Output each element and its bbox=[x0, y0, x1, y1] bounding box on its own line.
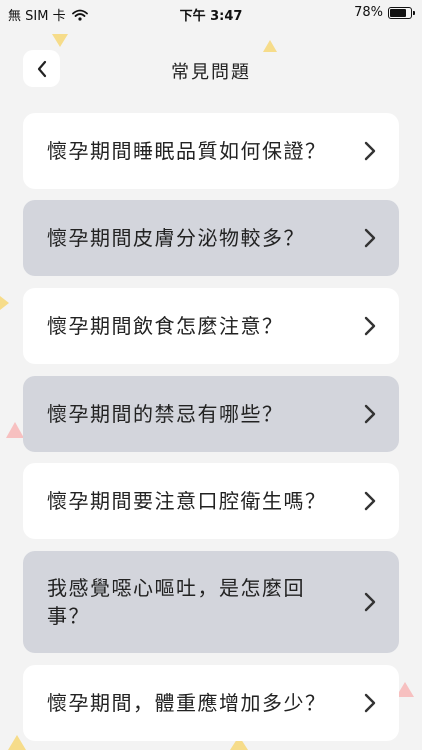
faq-item[interactable]: 懷孕期間飲食怎麼注意？ bbox=[23, 288, 399, 364]
chevron-right-icon bbox=[364, 316, 376, 336]
decoration-triangle bbox=[0, 296, 9, 310]
faq-question: 我感覺噁心嘔吐，是怎麼回事？ bbox=[47, 576, 305, 628]
battery-level bbox=[390, 8, 406, 17]
faq-item[interactable]: 懷孕期間要注意口腔衛生嗎？ bbox=[23, 463, 399, 539]
decoration-triangle bbox=[8, 735, 26, 750]
faq-item[interactable]: 懷孕期間皮膚分泌物較多？ bbox=[23, 200, 399, 276]
decoration-triangle bbox=[263, 40, 277, 52]
faq-question: 懷孕期間，體重應增加多少？ bbox=[47, 691, 327, 715]
faq-question: 懷孕期間的禁忌有哪些？ bbox=[47, 402, 284, 426]
decoration-triangle bbox=[6, 422, 24, 438]
chevron-right-icon bbox=[364, 228, 376, 248]
faq-question: 懷孕期間睡眠品質如何保證？ bbox=[47, 139, 327, 163]
faq-item[interactable]: 我感覺噁心嘔吐，是怎麼回事？ bbox=[23, 551, 399, 653]
battery-percent: 78% bbox=[354, 5, 383, 20]
chevron-right-icon bbox=[364, 491, 376, 511]
decoration-triangle bbox=[52, 34, 68, 47]
faq-item[interactable]: 懷孕期間，體重應增加多少？ bbox=[23, 665, 399, 741]
faq-item[interactable]: 懷孕期間的禁忌有哪些？ bbox=[23, 376, 399, 452]
status-bar: 無 SIM 卡 下午 3:47 78% bbox=[0, 0, 422, 26]
faq-item[interactable]: 懷孕期間睡眠品質如何保證？ bbox=[23, 113, 399, 189]
battery-icon bbox=[388, 6, 415, 19]
faq-question: 懷孕期間飲食怎麼注意？ bbox=[47, 314, 284, 338]
chevron-right-icon bbox=[364, 693, 376, 713]
faq-question: 懷孕期間皮膚分泌物較多？ bbox=[47, 226, 305, 250]
chevron-right-icon bbox=[364, 404, 376, 424]
chevron-right-icon bbox=[364, 592, 376, 612]
chevron-right-icon bbox=[364, 141, 376, 161]
page-title: 常見問題 bbox=[171, 62, 251, 83]
faq-question: 懷孕期間要注意口腔衛生嗎？ bbox=[47, 489, 327, 513]
